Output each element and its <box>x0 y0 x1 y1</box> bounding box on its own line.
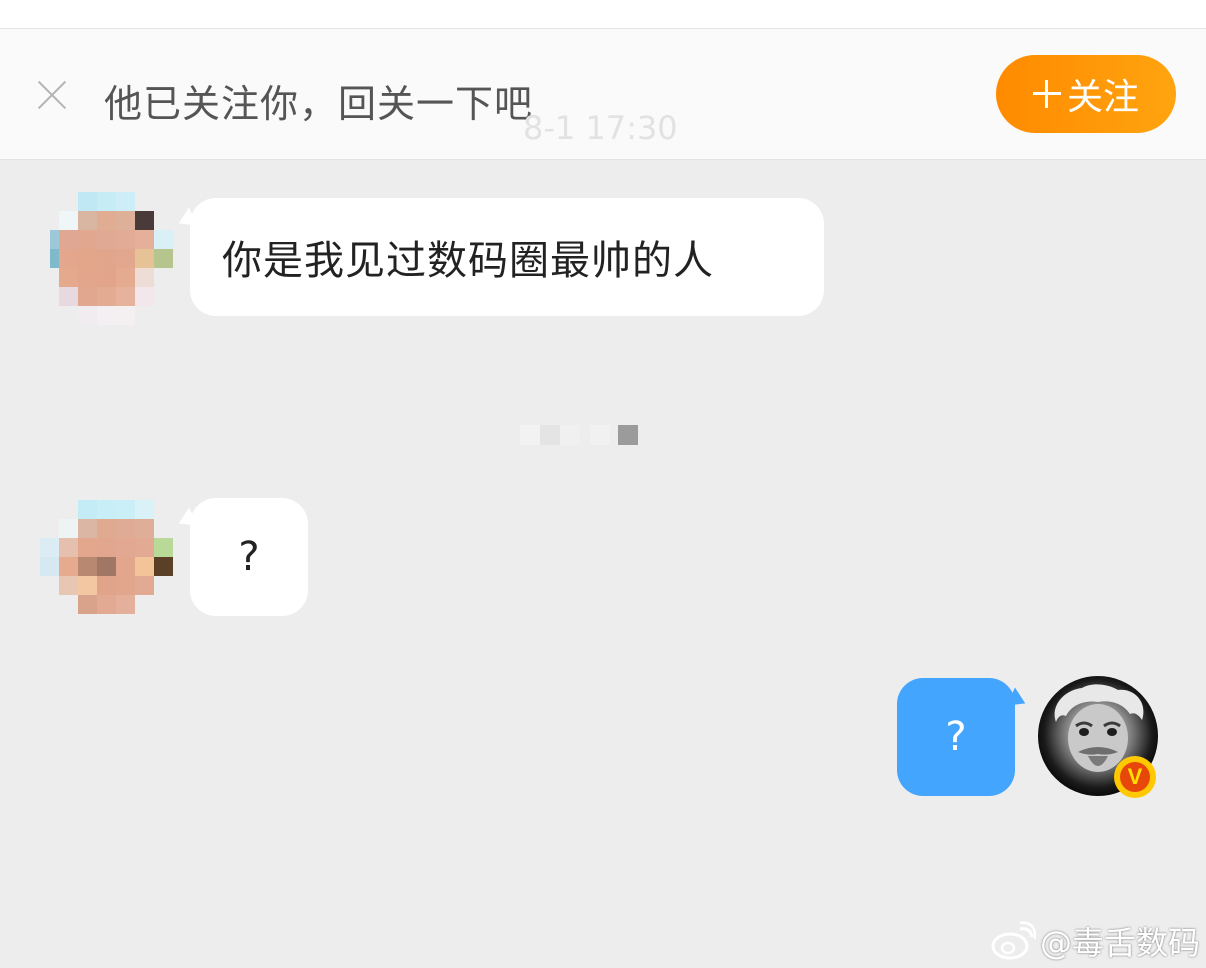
message-text: ? <box>945 714 967 760</box>
message-text: ? <box>238 534 260 580</box>
faded-timestamp: 8-1 17:30 <box>523 109 678 147</box>
chat-message-bubble[interactable]: 你是我见过数码圈最帅的人 <box>190 198 824 316</box>
weibo-logo-icon <box>991 921 1036 960</box>
sender-avatar-2[interactable] <box>40 494 180 634</box>
follow-back-banner: 他已关注你，回关一下吧 8-1 17:30 关注 <box>0 29 1206 160</box>
chat-message-bubble[interactable]: ? <box>190 498 308 616</box>
my-message-bubble[interactable]: ? <box>897 678 1015 796</box>
watermark-text: @毒舌数码 <box>1040 924 1201 962</box>
watermark: @毒舌数码 <box>990 918 1200 964</box>
plus-icon <box>1032 80 1061 108</box>
censored-timestamp <box>520 420 650 450</box>
close-icon[interactable] <box>34 77 70 113</box>
top-status-strip <box>0 0 1206 29</box>
follow-button[interactable]: 关注 <box>996 55 1176 133</box>
follow-back-prompt: 他已关注你，回关一下吧 <box>104 82 534 126</box>
verified-v-icon: V <box>1114 756 1156 798</box>
sender-avatar-1[interactable] <box>40 186 180 326</box>
message-text: 你是我见过数码圈最帅的人 <box>222 238 714 284</box>
follow-button-label: 关注 <box>1066 77 1139 118</box>
